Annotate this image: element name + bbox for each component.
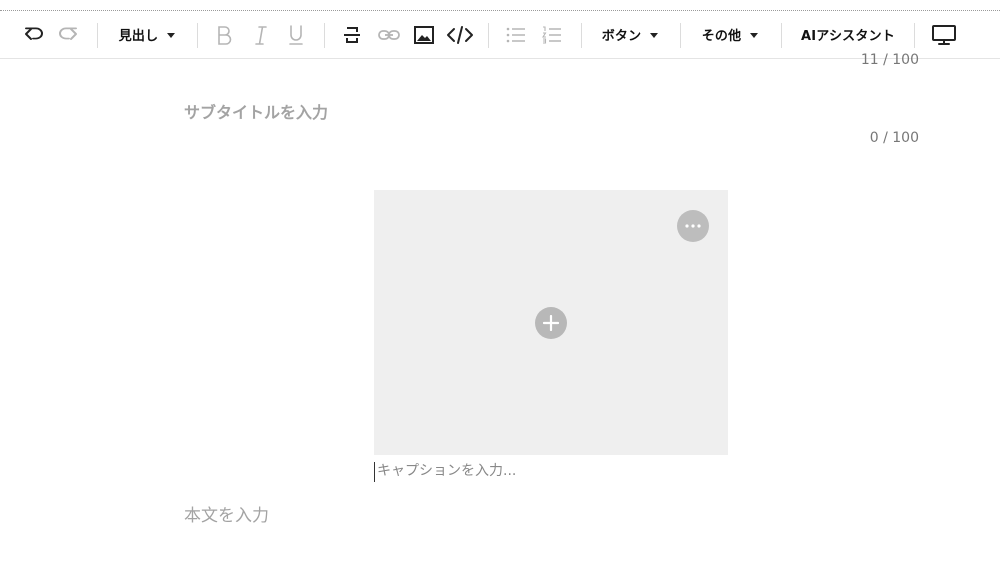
ai-assistant-label: AIアシスタント xyxy=(801,29,895,44)
caption-input[interactable]: キャプションを入力... xyxy=(374,462,728,482)
toolbar-separator xyxy=(781,23,782,48)
toolbar-separator xyxy=(324,23,325,48)
bulleted-list-icon xyxy=(506,27,525,42)
code-icon xyxy=(447,25,473,44)
title-counter: 11 / 100 xyxy=(860,52,919,68)
preview-button[interactable] xyxy=(928,11,960,58)
editor-page: 見出し ボタン その他 AIアシスタント 11 / 100 サブタイトルを入力 … xyxy=(0,0,1000,580)
image-placeholder-block[interactable] xyxy=(374,190,728,455)
undo-button[interactable] xyxy=(18,11,50,58)
chevron-down-icon xyxy=(167,33,176,38)
bold-button[interactable] xyxy=(210,11,238,58)
subtitle-input[interactable]: サブタイトルを入力 xyxy=(184,99,328,123)
bulleted-list-button[interactable] xyxy=(502,11,530,58)
ai-assistant-button[interactable]: AIアシスタント xyxy=(795,11,901,58)
underline-button[interactable] xyxy=(282,11,310,58)
numbered-list-button[interactable] xyxy=(538,11,566,58)
numbered-list-icon xyxy=(542,25,561,44)
plus-icon xyxy=(543,315,559,331)
underline-icon xyxy=(289,24,303,45)
redo-icon xyxy=(59,27,77,40)
toolbar-separator xyxy=(914,23,915,48)
toolbar-separator xyxy=(97,23,98,48)
italic-button[interactable] xyxy=(247,11,275,58)
bold-icon xyxy=(218,25,232,45)
other-dropdown[interactable]: その他 xyxy=(694,11,766,58)
code-button[interactable] xyxy=(444,11,476,58)
redo-button[interactable] xyxy=(52,11,84,58)
strikethrough-button[interactable] xyxy=(338,11,366,58)
undo-icon xyxy=(25,27,43,40)
toolbar-separator xyxy=(581,23,582,48)
toolbar-separator xyxy=(488,23,489,48)
button-dropdown[interactable]: ボタン xyxy=(594,11,666,58)
image-icon xyxy=(414,25,434,44)
monitor-icon xyxy=(932,24,956,45)
toolbar-separator xyxy=(197,23,198,48)
add-image-button[interactable] xyxy=(535,307,567,339)
body-input[interactable]: 本文を入力 xyxy=(184,501,269,526)
more-horizontal-icon xyxy=(685,224,701,228)
strikethrough-icon xyxy=(344,26,360,43)
button-dropdown-label: ボタン xyxy=(601,29,642,44)
heading-dropdown[interactable]: 見出し xyxy=(112,11,182,58)
link-button[interactable] xyxy=(374,11,404,58)
italic-icon xyxy=(255,25,267,45)
insert-image-button[interactable] xyxy=(410,11,438,58)
link-icon xyxy=(378,29,400,40)
toolbar-separator xyxy=(680,23,681,48)
chevron-down-icon xyxy=(750,33,759,38)
more-options-button[interactable] xyxy=(677,210,709,242)
chevron-down-icon xyxy=(650,33,659,38)
subtitle-counter: 0 / 100 xyxy=(869,130,919,146)
heading-dropdown-label: 見出し xyxy=(118,29,159,44)
editor-toolbar: 見出し ボタン その他 AIアシスタント xyxy=(0,11,1000,59)
other-dropdown-label: その他 xyxy=(701,29,742,44)
